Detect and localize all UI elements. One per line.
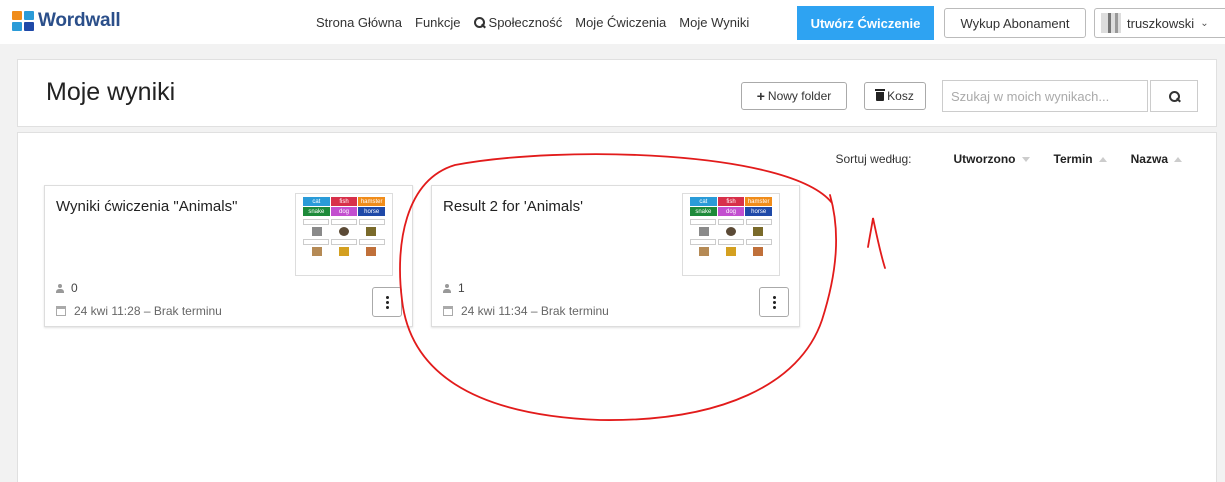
sort-name[interactable]: Nazwa (1131, 152, 1182, 166)
nav-community[interactable]: Społeczność (473, 14, 563, 30)
thumb-word: horse (358, 207, 386, 216)
sort-created[interactable]: Utworzono (954, 152, 1030, 166)
sort-name-label: Nazwa (1130, 152, 1168, 166)
thumb-word: snake (303, 207, 330, 216)
card-date: 24 kwi 11:28 – Brak terminu (56, 304, 222, 318)
thumb-word: horse (745, 207, 773, 216)
kebab-dot-icon (772, 305, 776, 309)
user-icon (443, 283, 451, 293)
sort-deadline[interactable]: Termin (1054, 152, 1107, 166)
subscribe-button[interactable]: Wykup Abonament (944, 8, 1086, 38)
chevron-down-icon: ⌄ (1200, 17, 1209, 29)
nav-community-label: Społeczność (488, 14, 563, 30)
thumb-word: hamster (745, 197, 773, 206)
sort-label: Sortuj według: (835, 152, 912, 166)
count-value: 0 (71, 281, 78, 295)
new-folder-label: Nowy folder (767, 89, 832, 103)
date-text: 24 kwi 11:28 – Brak terminu (74, 304, 222, 318)
search-button[interactable] (1150, 80, 1198, 112)
thumb-word: dog (717, 207, 745, 216)
nav-my-activities[interactable]: Moje Ćwiczenia (575, 15, 666, 30)
card-thumbnail[interactable]: cat fish hamster snake dog horse (682, 193, 780, 276)
date-text: 24 kwi 11:34 – Brak terminu (461, 304, 609, 318)
participants-count: 1 (443, 281, 465, 295)
kebab-dot-icon (385, 305, 389, 309)
trash-icon (875, 88, 886, 101)
sort-desc-icon (1021, 156, 1030, 162)
calendar-icon (443, 306, 453, 316)
participants-count: 0 (56, 281, 78, 295)
new-folder-button[interactable]: + Nowy folder (741, 82, 847, 110)
wordwall-logo[interactable]: Wordwall (12, 10, 121, 32)
main-nav: Strona Główna Funkcje Społeczność Moje Ć… (316, 0, 762, 44)
nav-my-results[interactable]: Moje Wyniki (679, 15, 749, 30)
search-input[interactable] (942, 80, 1148, 112)
sort-bar: Sortuj według: Utworzono Termin Nazwa (835, 152, 1182, 166)
kebab-dot-icon (385, 300, 389, 304)
result-card[interactable]: Result 2 for 'Animals' cat fish hamster … (431, 185, 800, 327)
kebab-dot-icon (772, 295, 776, 299)
sort-asc-icon (1174, 156, 1182, 162)
card-menu-button[interactable] (759, 287, 789, 317)
trash-label: Kosz (887, 89, 914, 103)
kebab-dot-icon (772, 300, 776, 304)
count-value: 1 (458, 281, 465, 295)
thumb-word: snake (690, 207, 717, 216)
card-menu-button[interactable] (372, 287, 402, 317)
kebab-dot-icon (385, 295, 389, 299)
sort-asc-icon (1098, 156, 1107, 162)
nav-home[interactable]: Strona Główna (316, 15, 402, 30)
search-icon (473, 16, 485, 28)
animal-images (690, 227, 772, 236)
card-thumbnail[interactable]: cat fish hamster snake dog horse (295, 193, 393, 276)
avatar (1101, 13, 1121, 33)
result-card[interactable]: Wyniki ćwiczenia "Animals" cat fish hams… (44, 185, 413, 327)
thumb-word: fish (330, 197, 358, 206)
sort-deadline-label: Termin (1053, 152, 1093, 166)
animal-images (303, 247, 385, 256)
plus-icon: + (756, 88, 765, 104)
sort-created-label: Utworzono (953, 152, 1016, 166)
page-header: Moje wyniki + Nowy folder Kosz (17, 59, 1217, 127)
page-title: Moje wyniki (46, 78, 176, 106)
thumb-word: dog (330, 207, 358, 216)
trash-button[interactable]: Kosz (864, 82, 926, 110)
logo-text: Wordwall (38, 10, 121, 31)
calendar-icon (56, 306, 66, 316)
search-icon (1168, 90, 1180, 102)
user-icon (56, 283, 64, 293)
top-nav: Wordwall Strona Główna Funkcje Społeczno… (0, 0, 1225, 44)
nav-features[interactable]: Funkcje (415, 15, 461, 30)
thumb-word: cat (690, 197, 717, 206)
card-title[interactable]: Result 2 for 'Animals' (443, 198, 583, 215)
thumb-word: fish (717, 197, 745, 206)
thumb-word: hamster (358, 197, 386, 206)
animal-images (690, 247, 772, 256)
card-title[interactable]: Wyniki ćwiczenia "Animals" (56, 198, 237, 215)
card-date: 24 kwi 11:34 – Brak terminu (443, 304, 609, 318)
logo-mark-icon (12, 11, 34, 31)
create-activity-button[interactable]: Utwórz Ćwiczenie (797, 6, 934, 40)
thumb-word: cat (303, 197, 330, 206)
user-menu[interactable]: truszkowski ⌄ (1094, 8, 1225, 38)
animal-images (303, 227, 385, 236)
user-name: truszkowski (1127, 15, 1195, 31)
